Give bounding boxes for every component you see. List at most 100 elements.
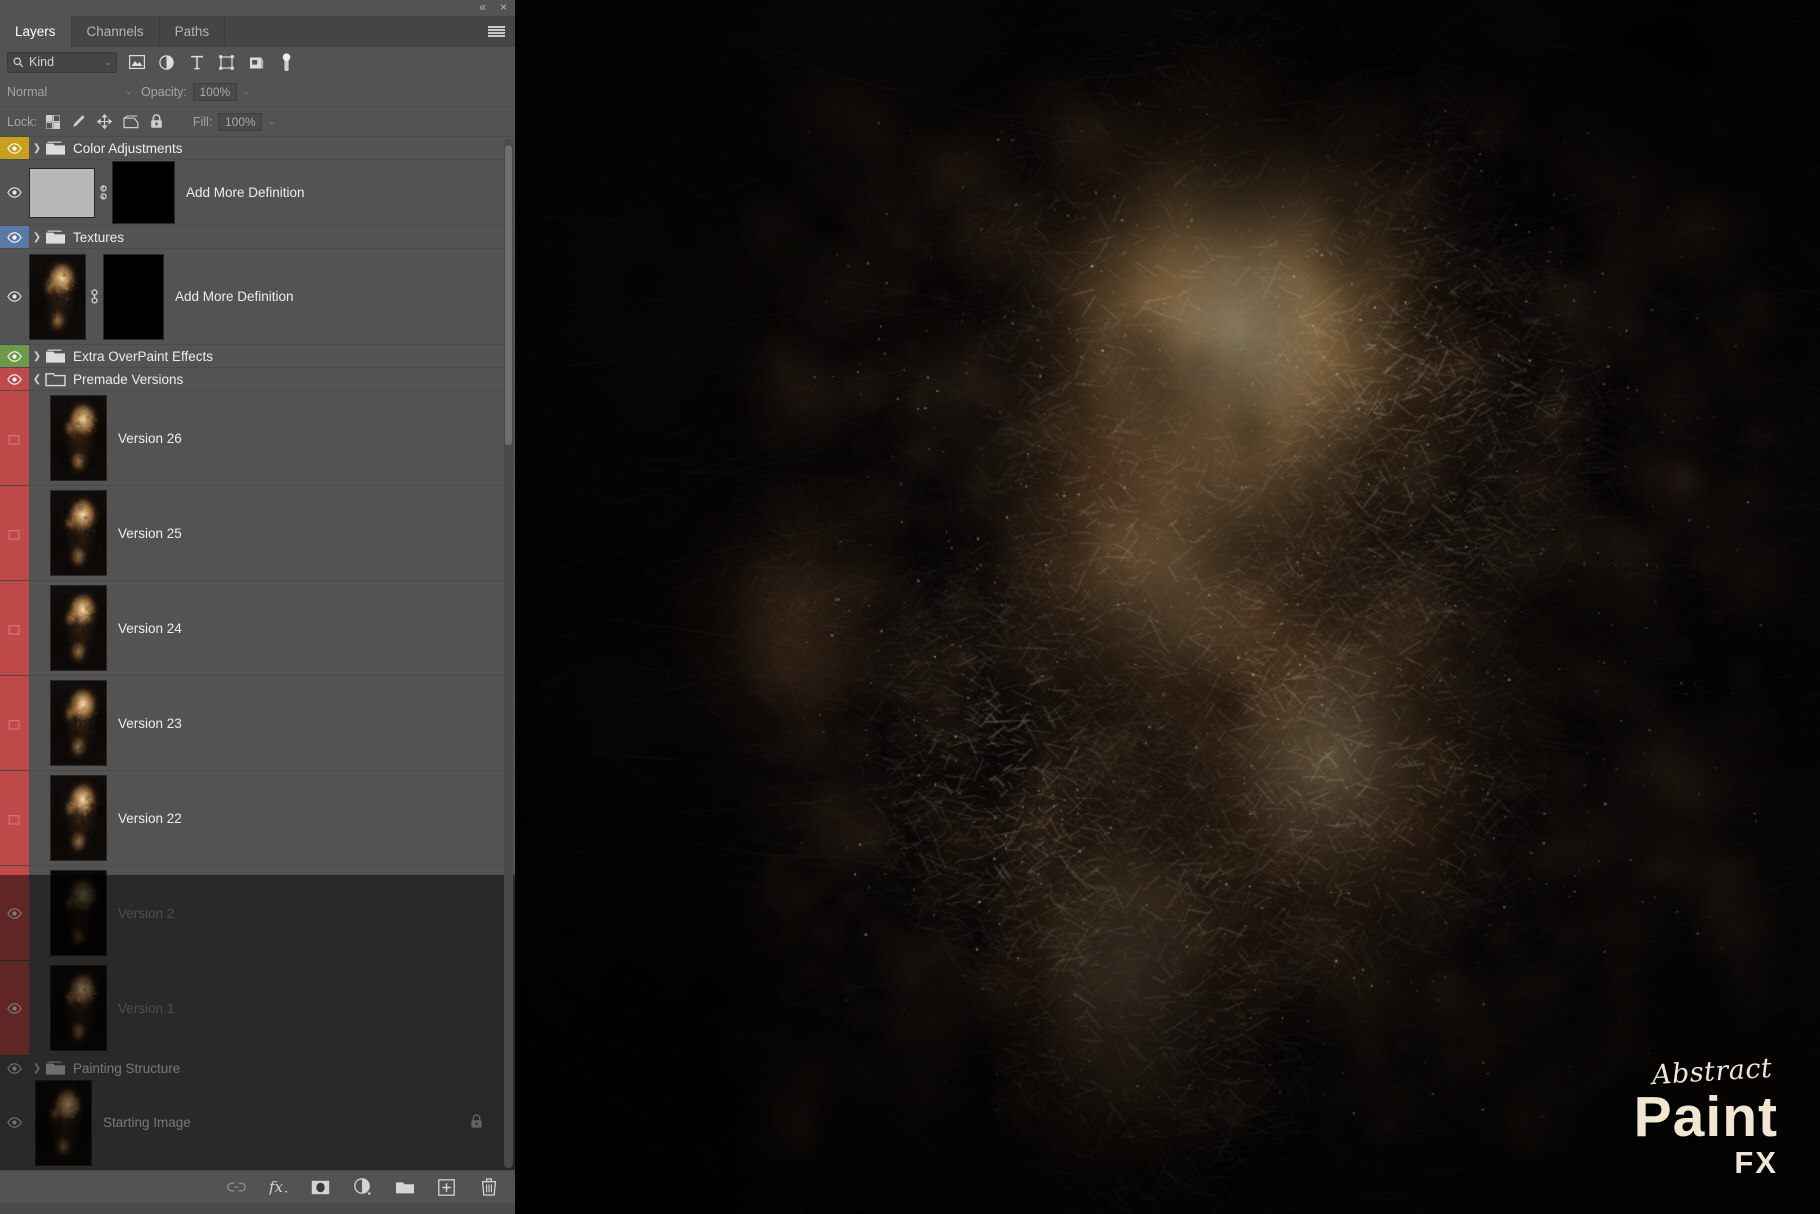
visibility-toggle-icon[interactable] [7,1062,22,1074]
close-panel-icon[interactable]: × [500,1,507,13]
lock-all-icon[interactable] [147,112,167,132]
layer-name: Premade Versions [73,371,184,387]
layer-row-add-more-definition-2[interactable]: Add More Definition [0,249,515,345]
visibility-toggle-icon[interactable] [7,718,22,730]
new-adjustment-layer-icon[interactable] [352,1177,373,1198]
link-layers-icon[interactable] [226,1177,247,1198]
visibility-toggle-icon[interactable] [7,528,22,540]
tab-channels[interactable]: Channels [72,16,160,47]
scrollbar-thumb[interactable] [505,145,512,445]
visibility-toggle-icon[interactable] [7,623,22,635]
layer-name: Version 26 [118,430,182,446]
chevron-right-icon[interactable]: ❯ [29,351,45,362]
new-group-icon[interactable] [394,1177,415,1198]
tab-paths-label: Paths [174,24,210,39]
layer-row-color-adjustments[interactable]: ❯ Color Adjustments [0,137,515,160]
layer-color-label-blue[interactable] [0,226,29,248]
layer-color-label-green[interactable] [0,345,29,367]
layer-color-label-red[interactable] [0,961,29,1055]
layer-list-scrollbar[interactable] [504,139,513,1168]
visibility-toggle-icon[interactable] [7,187,22,198]
layer-thumbnail[interactable] [50,965,107,1051]
layer-color-label-none[interactable] [0,1081,29,1164]
new-layer-icon[interactable] [436,1177,457,1198]
chevron-right-icon[interactable]: ❯ [29,232,45,243]
layer-thumbnail[interactable] [29,253,86,340]
tab-layers[interactable]: Layers [0,16,72,47]
tab-paths[interactable]: Paths [160,16,226,47]
layer-color-label-red[interactable] [0,866,29,960]
filter-kind-dropdown[interactable]: Kind ⌄ [7,51,117,73]
layer-style-fx-icon[interactable]: fx [268,1177,289,1198]
layer-row-version-26[interactable]: Version 26 [0,391,515,486]
layer-color-label-yellow[interactable] [0,137,29,159]
layer-mask-thumbnail[interactable] [112,161,175,224]
visibility-toggle-icon[interactable] [7,433,22,445]
layer-row-painting-structure[interactable]: ❯ Painting Structure [0,1056,515,1081]
visibility-toggle-icon[interactable] [7,373,22,385]
collapse-panel-icon[interactable]: « [479,1,486,13]
visibility-toggle-icon[interactable] [7,350,22,362]
layer-row-textures[interactable]: ❯ Textures [0,226,515,249]
layer-color-label-red[interactable] [0,368,29,390]
filter-toggle-switch-icon[interactable] [276,52,297,73]
visibility-toggle-icon[interactable] [7,231,22,243]
layer-thumbnail[interactable] [50,395,107,481]
type-layer-filter-icon[interactable] [186,52,207,73]
layer-thumbnail[interactable] [50,490,107,576]
layer-row-add-more-definition-1[interactable]: Add More Definition [0,160,515,226]
layer-row-version-25[interactable]: Version 25 [0,486,515,581]
layer-row-extra-overpaint-effects[interactable]: ❯ Extra OverPaint Effects [0,345,515,368]
fill-input[interactable]: 100% [218,112,263,131]
layer-row-premade-versions[interactable]: ❮ Premade Versions [0,368,515,391]
layer-thumbnail[interactable] [29,167,95,218]
chevron-right-icon[interactable]: ❯ [29,143,45,154]
layer-row-version-24[interactable]: Version 24 [0,581,515,676]
smart-object-filter-icon[interactable] [246,52,267,73]
visibility-toggle-icon[interactable] [7,1117,22,1128]
layer-color-label-red[interactable] [0,391,29,485]
opacity-input[interactable]: 100% [192,82,237,101]
delete-layer-icon[interactable] [478,1177,499,1198]
layer-row-version-23[interactable]: Version 23 [0,676,515,771]
layer-color-label-none[interactable] [0,1056,29,1080]
fill-stepper-icon[interactable]: ⌄ [268,117,275,126]
visibility-toggle-icon[interactable] [7,1002,22,1014]
lock-artboard-nesting-icon[interactable] [121,112,141,132]
layer-color-label-none[interactable] [0,249,29,344]
add-layer-mask-icon[interactable] [310,1177,331,1198]
layer-color-label-none[interactable] [0,160,29,225]
blend-mode-dropdown[interactable]: Normal ⌄ [7,81,135,102]
shape-layer-filter-icon[interactable] [216,52,237,73]
opacity-stepper-icon[interactable]: ⌄ [243,87,250,96]
link-mask-icon[interactable] [95,185,112,200]
lock-image-pixels-icon[interactable] [69,112,89,132]
chevron-right-icon[interactable]: ❯ [29,1063,45,1074]
layer-row-version-22[interactable]: Version 22 [0,771,515,866]
layer-name: Version 25 [118,525,182,541]
layer-thumbnail[interactable] [50,585,107,671]
layer-row-version-1[interactable]: Version 1 [0,961,515,1056]
link-mask-icon[interactable] [86,289,103,304]
layer-thumbnail[interactable] [35,1079,92,1166]
lock-position-icon[interactable] [95,112,115,132]
lock-transparent-pixels-icon[interactable] [43,112,63,132]
layer-color-label-red[interactable] [0,581,29,675]
pixel-layer-filter-icon[interactable] [126,52,147,73]
layer-row-version-2[interactable]: Version 2 [0,866,515,961]
layer-color-label-red[interactable] [0,771,29,865]
layer-mask-thumbnail[interactable] [103,253,164,340]
visibility-toggle-icon[interactable] [7,907,22,919]
panel-menu-icon[interactable] [488,25,505,38]
chevron-down-icon[interactable]: ❮ [29,374,45,385]
layer-row-starting-image[interactable]: Starting Image [0,1079,515,1166]
visibility-toggle-icon[interactable] [7,142,22,154]
layer-color-label-red[interactable] [0,486,29,580]
layer-color-label-red[interactable] [0,676,29,770]
visibility-toggle-icon[interactable] [7,813,22,825]
layer-thumbnail[interactable] [50,680,107,766]
visibility-toggle-icon[interactable] [7,291,22,302]
layer-thumbnail[interactable] [50,775,107,861]
adjustment-layer-filter-icon[interactable] [156,52,177,73]
layer-thumbnail[interactable] [50,870,107,956]
